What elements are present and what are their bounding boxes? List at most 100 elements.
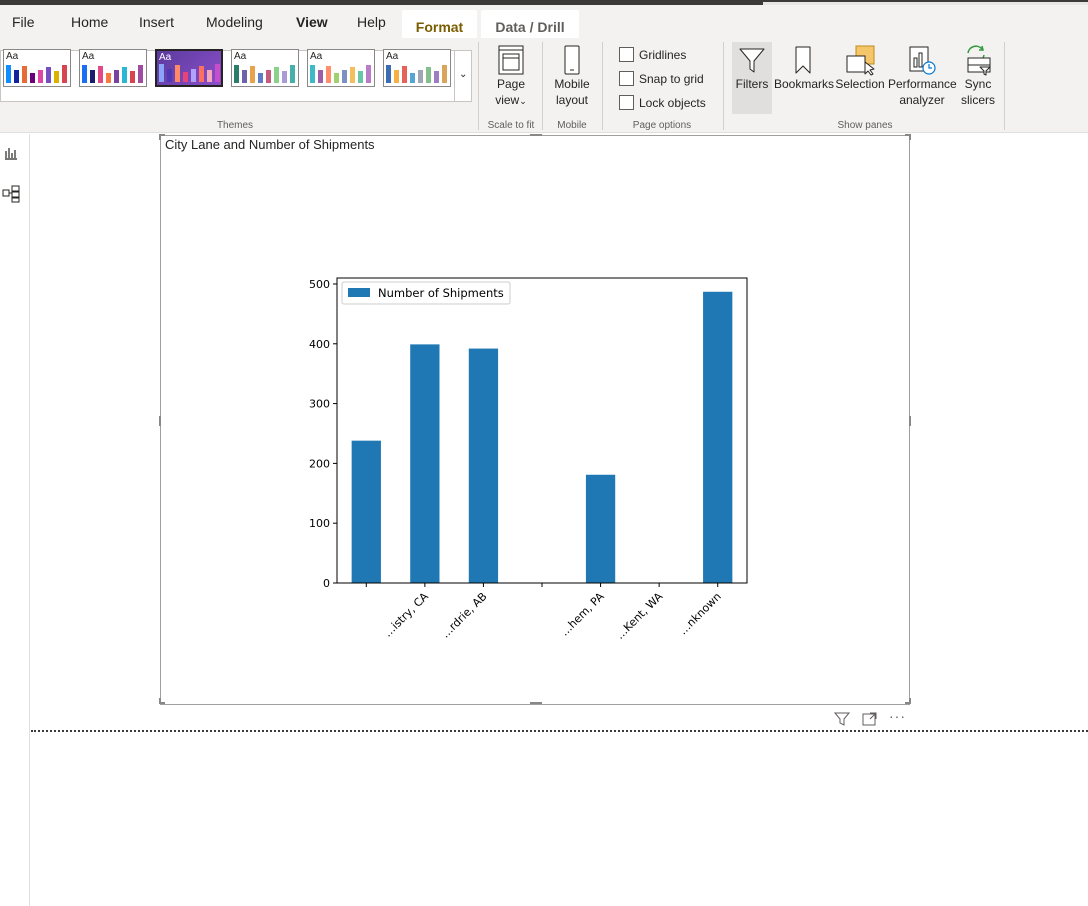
resize-handle[interactable] [159, 698, 161, 704]
performance-analyzer-icon [909, 46, 936, 75]
bar-chart-visual[interactable]: City Lane and Number of Shipments 0 100 20… [159, 134, 911, 705]
group-label-themes: Themes [216, 120, 254, 131]
theme-color-bar [106, 73, 111, 83]
theme-color-bar [90, 70, 95, 83]
theme-color-bar [22, 66, 27, 83]
theme-option[interactable]: Aa [383, 49, 451, 87]
x-tick-label: …istry, CA [381, 590, 431, 640]
theme-option[interactable]: Aa [155, 49, 223, 87]
theme-color-bar [167, 69, 172, 82]
resize-handle[interactable] [530, 702, 542, 704]
sync-slicers-button[interactable]: Sync slicers [956, 42, 1000, 114]
filter-icon [739, 48, 765, 73]
selection-pane-button[interactable]: Selection [834, 42, 886, 114]
theme-color-bar [366, 65, 371, 83]
theme-sample-label: Aa [6, 51, 19, 62]
theme-color-bar [326, 66, 331, 83]
tab-file[interactable]: File [12, 14, 35, 30]
bar[interactable] [585, 474, 616, 583]
snap-to-grid-checkbox[interactable]: Snap to grid [619, 70, 729, 88]
more-options-icon[interactable]: ··· [889, 708, 906, 724]
theme-color-bar [318, 70, 323, 83]
performance-label-2: analyzer [899, 93, 945, 107]
theme-sample-label: Aa [234, 51, 247, 62]
resize-handle[interactable] [909, 134, 911, 140]
theme-option[interactable]: Aa [3, 49, 71, 87]
y-tick-label: 0 [323, 577, 330, 590]
focus-mode-icon[interactable] [862, 711, 878, 727]
theme-color-bar [426, 67, 431, 83]
tab-modeling[interactable]: Modeling [206, 14, 263, 30]
mobile-layout-button[interactable]: Mobile layout [546, 42, 598, 114]
theme-color-bar [418, 70, 423, 83]
group-label-show-panes: Show panes [837, 120, 893, 131]
snap-to-grid-label: Snap to grid [639, 72, 704, 86]
legend: Number of Shipments [341, 281, 511, 305]
theme-color-bar [358, 71, 363, 83]
report-view-icon[interactable] [4, 146, 18, 160]
theme-color-bar [191, 69, 196, 82]
bookmarks-pane-button[interactable]: Bookmarks [774, 42, 835, 114]
page-view-button[interactable]: Page view⌄ [486, 42, 536, 114]
mobile-layout-label-1: Mobile [554, 77, 590, 91]
visual-filter-icon[interactable] [834, 711, 850, 727]
y-tick-label: 400 [309, 338, 330, 351]
x-tick-label: …nknown [676, 590, 723, 637]
page-view-label-1: Page [496, 77, 526, 91]
theme-color-bar [394, 70, 399, 83]
themes-expand-button[interactable]: ⌄ [454, 50, 472, 102]
mobile-layout-label-2: layout [555, 93, 589, 107]
performance-analyzer-button[interactable]: Performance analyzer [888, 42, 957, 114]
theme-color-bar [410, 73, 415, 83]
mobile-phone-icon [564, 45, 580, 75]
tab-help[interactable]: Help [357, 14, 386, 30]
x-tick-label: …rdrie, AB [439, 590, 490, 641]
theme-option[interactable]: Aa [307, 49, 375, 87]
theme-color-bar [434, 71, 439, 83]
model-view-icon[interactable] [2, 185, 20, 203]
bar-chart: 0 100 200 300 400 500 …istry, CA …rdrie, AB …he… [309, 277, 748, 642]
selection-label: Selection [835, 77, 885, 91]
y-tick-label: 500 [309, 278, 330, 291]
theme-color-bar [350, 67, 355, 83]
resize-handle[interactable] [530, 134, 542, 136]
theme-option[interactable]: Aa [231, 49, 299, 87]
tab-home[interactable]: Home [71, 14, 108, 30]
theme-color-bar [46, 67, 51, 83]
lock-objects-checkbox[interactable]: Lock objects [619, 94, 729, 112]
theme-color-bar [138, 65, 143, 83]
bar[interactable] [468, 348, 499, 583]
page-boundary-line [31, 730, 1088, 732]
theme-color-bar [274, 67, 279, 83]
filters-pane-button[interactable]: Filters [732, 42, 772, 114]
filters-label: Filters [735, 77, 769, 91]
group-label-mobile: Mobile [557, 120, 587, 131]
theme-option[interactable]: Aa [79, 49, 147, 87]
theme-color-bar [159, 64, 164, 82]
theme-color-bar [310, 65, 315, 83]
theme-color-bar [234, 65, 239, 83]
bar[interactable] [351, 440, 381, 583]
selection-icon [846, 45, 875, 76]
theme-color-bar [250, 66, 255, 83]
resize-handle[interactable] [909, 416, 911, 426]
tab-view[interactable]: View [296, 14, 328, 30]
left-view-rail [0, 134, 30, 906]
resize-handle[interactable] [159, 416, 161, 426]
bar[interactable] [703, 291, 733, 583]
theme-color-bar [122, 67, 127, 83]
bar[interactable] [410, 344, 440, 583]
theme-color-bar [54, 71, 59, 83]
tab-insert[interactable]: Insert [139, 14, 174, 30]
theme-color-bar [242, 70, 247, 83]
resize-handle[interactable] [159, 134, 161, 140]
page-view-icon [498, 45, 524, 75]
bookmarks-label: Bookmarks [774, 77, 835, 91]
resize-handle[interactable] [909, 698, 911, 704]
menu-bar: File Home Insert Modeling View Help Form… [0, 5, 1088, 43]
gridlines-checkbox[interactable]: Gridlines [619, 46, 729, 64]
group-separator [478, 42, 479, 130]
legend-swatch [348, 288, 370, 297]
y-tick-label: 100 [309, 517, 330, 530]
legend-label: Number of Shipments [378, 286, 504, 300]
